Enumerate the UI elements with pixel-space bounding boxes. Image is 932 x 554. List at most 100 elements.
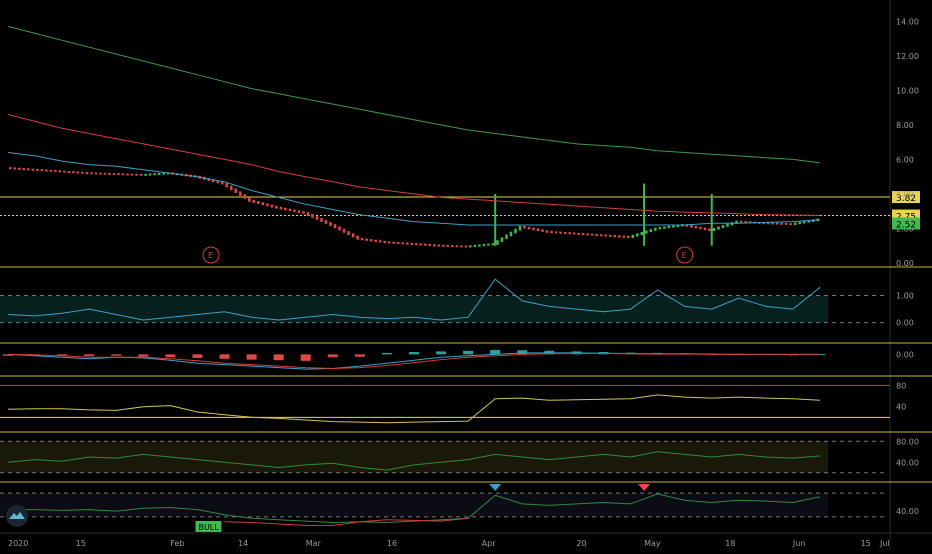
- y-tick-label: 8.00: [896, 121, 914, 130]
- series-line-3: [7, 25, 821, 164]
- y-tick-label: 4.00: [896, 190, 914, 199]
- candle: [726, 223, 729, 227]
- bull-label: BULL: [198, 523, 219, 532]
- candle: [243, 194, 247, 199]
- x-tick-label: 15: [861, 539, 871, 548]
- candle: [739, 220, 743, 223]
- candle: [577, 232, 580, 235]
- candle: [590, 233, 594, 236]
- candle: [442, 244, 445, 247]
- candle: [347, 231, 350, 236]
- histogram-bar: [517, 350, 528, 355]
- candle: [40, 169, 44, 172]
- candle: [31, 168, 35, 171]
- candle: [67, 170, 71, 173]
- y-tick-label: 80: [896, 381, 906, 390]
- candle: [405, 242, 409, 245]
- last-price-label: 2.52: [896, 220, 916, 230]
- candle: [139, 173, 143, 176]
- y-tick-label: 6.00: [896, 155, 914, 164]
- candle: [284, 207, 287, 211]
- candle: [288, 208, 292, 212]
- candle: [297, 210, 301, 213]
- histogram-bar: [219, 354, 230, 359]
- y-tick-label: 0.00: [896, 319, 914, 328]
- candle: [518, 225, 522, 231]
- chart-canvas[interactable]: 3.822.7514.0012.0010.008.006.004.002.000…: [0, 0, 932, 550]
- x-axis: 2020 15 Feb 14 Mar 16 Apr 20 May 18 Jun 15 Jul: [0, 532, 932, 548]
- candle: [360, 237, 364, 241]
- y-tick-label: 12.00: [896, 52, 919, 61]
- y-tick-label: 40.00: [896, 458, 919, 467]
- histogram-bar: [111, 354, 122, 356]
- candle: [663, 226, 666, 229]
- y-tick-label: 80.00: [896, 437, 919, 446]
- candle: [49, 169, 53, 172]
- stock-chart[interactable]: 3.822.7514.0012.0010.008.006.004.002.000…: [0, 0, 932, 550]
- candle: [81, 171, 84, 174]
- candle: [793, 222, 797, 226]
- x-tick-label: 14: [238, 539, 248, 548]
- histogram-bar: [354, 354, 365, 357]
- candle: [275, 205, 278, 209]
- histogram-bar: [490, 349, 501, 355]
- candle: [18, 167, 21, 170]
- histogram-bar: [246, 354, 257, 360]
- candle: [627, 235, 630, 238]
- candle: [293, 209, 296, 213]
- candle: [266, 203, 269, 207]
- panel-oscillator-4: 40.00 BULL: [0, 484, 932, 534]
- candle: [54, 170, 57, 173]
- candle: [333, 224, 337, 229]
- candle: [554, 231, 558, 234]
- earnings-label: E: [682, 251, 687, 260]
- y-tick-label: 40: [896, 403, 906, 412]
- candle: [536, 228, 540, 232]
- candle: [225, 182, 229, 188]
- candle: [451, 245, 454, 248]
- candle: [654, 227, 657, 231]
- candle: [356, 235, 359, 240]
- candle: [599, 234, 603, 237]
- candle: [230, 185, 233, 191]
- candle: [121, 173, 125, 176]
- candle: [112, 173, 116, 175]
- candle: [622, 235, 626, 238]
- candle: [509, 231, 513, 237]
- y-tick-label: 14.00: [896, 17, 919, 26]
- candle: [712, 227, 716, 232]
- candle: [365, 238, 368, 241]
- candle: [239, 191, 242, 196]
- candle: [234, 188, 238, 194]
- candle: [780, 222, 783, 225]
- candle: [505, 234, 508, 240]
- panel-oscillator-1: 1.00 0.00: [0, 278, 932, 344]
- x-tick-label: Jul: [879, 539, 890, 548]
- candle: [523, 225, 526, 229]
- candle: [559, 231, 562, 234]
- candle: [455, 245, 459, 248]
- histogram-bar: [463, 350, 474, 355]
- candle: [771, 222, 774, 225]
- candle: [76, 171, 80, 174]
- candle: [270, 204, 274, 208]
- candle: [784, 222, 788, 225]
- series-line-1: [7, 394, 821, 424]
- band-fill: [0, 295, 828, 323]
- candle: [514, 228, 517, 234]
- candle: [261, 202, 265, 206]
- signal-triangle: [638, 484, 651, 491]
- candle: [482, 244, 486, 247]
- candle: [311, 214, 314, 218]
- candle: [532, 227, 535, 231]
- series-line-1: [7, 352, 820, 370]
- candle: [572, 232, 576, 235]
- candle: [419, 243, 423, 246]
- candle: [324, 220, 328, 224]
- candle: [369, 239, 373, 242]
- candle: [374, 239, 377, 242]
- candle: [464, 245, 468, 248]
- candle: [387, 241, 391, 244]
- candle: [658, 227, 662, 230]
- candle: [672, 225, 675, 228]
